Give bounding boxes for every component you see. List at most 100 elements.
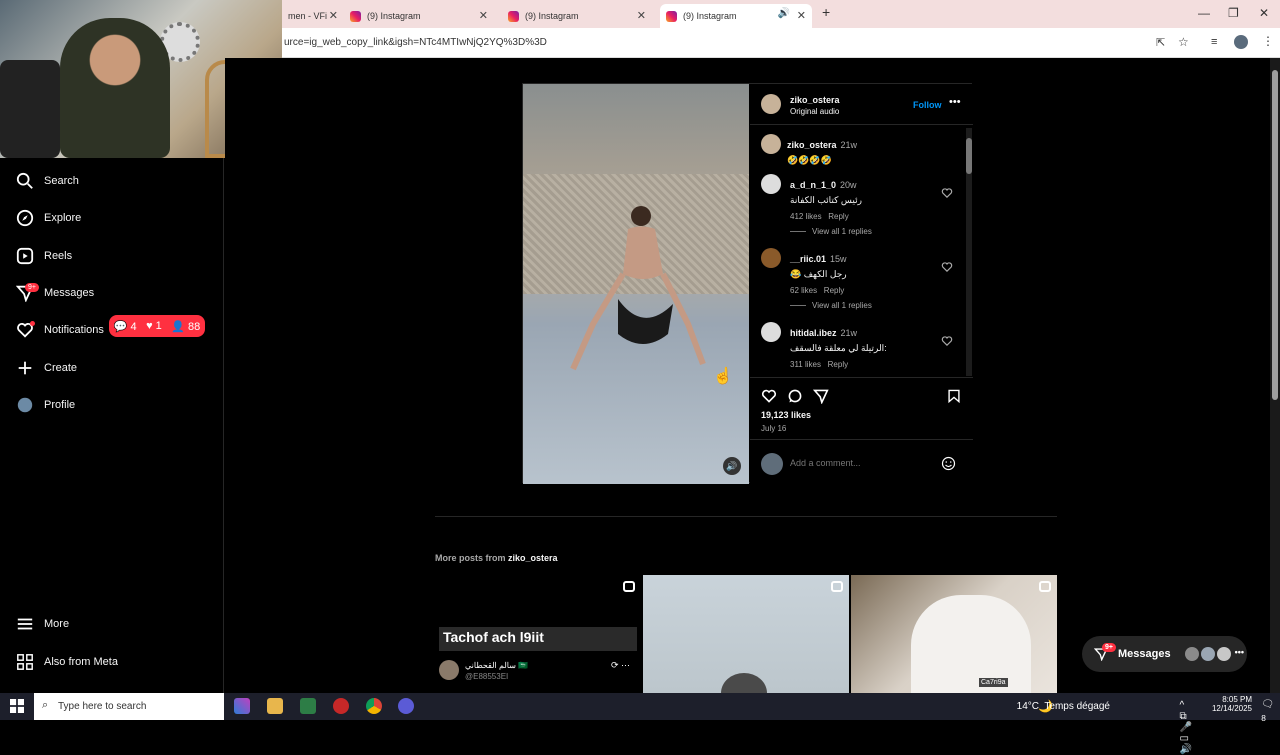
- windows-start-icon[interactable]: [10, 699, 24, 713]
- thumb-name: سالم القحطاني 🇸🇦: [465, 661, 529, 670]
- commenter-avatar[interactable]: [761, 322, 781, 342]
- sidebar-item-also-from-meta[interactable]: Also from Meta: [16, 650, 118, 674]
- close-tab-icon[interactable]: ✕: [329, 9, 338, 22]
- notifications-pill[interactable]: 💬 4 ♥ 1 👤 88: [109, 315, 205, 337]
- likes-count[interactable]: 19,123 likes: [761, 410, 811, 420]
- windows-taskbar: ⌕ Type here to search 🌙 14°C Temps dégag…: [0, 693, 1280, 755]
- hamburger-icon: [17, 618, 33, 630]
- reel-icon: [1039, 581, 1051, 592]
- bookmark-star-icon[interactable]: ☆: [1178, 35, 1189, 49]
- url-text[interactable]: urce=ig_web_copy_link&igsh=NTc4MTIwNjQ2Y…: [284, 37, 547, 48]
- reel-icon: [831, 581, 843, 592]
- more-post-thumb[interactable]: [643, 575, 849, 693]
- author-username[interactable]: ziko_ostera: [790, 95, 840, 105]
- more-posts-user[interactable]: ziko_ostera: [508, 553, 558, 563]
- chrome-icon[interactable]: [366, 698, 382, 714]
- view-replies-link[interactable]: View all 1 replies: [790, 227, 872, 236]
- like-comment-icon[interactable]: [941, 335, 953, 347]
- view-replies-link[interactable]: View all 1 replies: [790, 301, 872, 310]
- speaker-icon[interactable]: 🔊: [778, 8, 790, 19]
- instagram-favicon-icon: [350, 10, 361, 22]
- browser-tab-active[interactable]: (9) Instagram 🔊 ✕: [660, 4, 812, 28]
- browser-tab[interactable]: (9) Instagram ✕: [502, 4, 652, 28]
- audio-label[interactable]: Original audio: [790, 107, 840, 116]
- comments-scrollbar[interactable]: [966, 128, 972, 376]
- actions-divider: [750, 377, 973, 378]
- commenter-avatar[interactable]: [761, 248, 781, 268]
- minimize-icon[interactable]: —: [1198, 6, 1210, 20]
- close-tab-icon[interactable]: ✕: [637, 9, 646, 22]
- messages-badge: 9+: [25, 283, 39, 292]
- volume-icon[interactable]: 🔊: [723, 457, 741, 475]
- close-tab-icon[interactable]: ✕: [479, 9, 488, 22]
- comment: hitidal.ibez 21w الرتيلة لي معلقة فالسقف:…: [790, 328, 887, 369]
- tray-icons[interactable]: ^ ⧉ 🎤 ▭ 🔊: [1180, 700, 1198, 755]
- install-icon[interactable]: ⇱: [1156, 36, 1165, 49]
- floating-messages-button[interactable]: 9+ Messages •••: [1082, 636, 1247, 672]
- obs-icon[interactable]: [398, 698, 414, 714]
- comment-divider: [750, 439, 973, 440]
- commenter-avatar[interactable]: [761, 174, 781, 194]
- sidebar-item-create[interactable]: Create: [16, 356, 77, 380]
- like-comment-icon[interactable]: [941, 261, 953, 273]
- more-options-icon[interactable]: •••: [949, 96, 961, 108]
- avatar: [1216, 647, 1231, 661]
- reel-icon: [623, 581, 635, 592]
- like-icon[interactable]: [761, 388, 777, 404]
- clock[interactable]: 8:05 PM 12/14/2025: [1212, 695, 1252, 713]
- follow-count: 👤 88: [171, 320, 201, 333]
- reel-video[interactable]: 🔊: [523, 84, 749, 484]
- like-count: ♥ 1: [146, 320, 162, 332]
- share-icon[interactable]: [813, 388, 829, 404]
- sidebar-item-profile[interactable]: Profile: [16, 393, 75, 417]
- post-date: July 16: [761, 424, 787, 433]
- reels-icon: [16, 247, 34, 265]
- address-bar[interactable]: urce=ig_web_copy_link&igsh=NTc4MTIwNjQ2Y…: [282, 28, 1280, 58]
- close-tab-icon[interactable]: ✕: [797, 9, 806, 22]
- avatar: [1200, 647, 1215, 661]
- browser-tab-bar: men - VFi ✕ (9) Instagram ✕ (9) Instagra…: [282, 0, 1280, 28]
- emoji-icon[interactable]: [941, 456, 956, 471]
- close-window-icon[interactable]: ✕: [1259, 6, 1269, 20]
- more-post-thumb[interactable]: Tachof ach l9iit سالم القحطاني 🇸🇦 @E8855…: [435, 575, 641, 693]
- commenter-avatar[interactable]: [761, 134, 781, 154]
- taskbar-search[interactable]: ⌕ Type here to search: [34, 693, 224, 720]
- browser-tab[interactable]: (9) Instagram ✕: [344, 4, 494, 28]
- store-icon[interactable]: [300, 698, 316, 714]
- post-header: ziko_ostera Original audio: [790, 95, 840, 116]
- follow-button[interactable]: Follow: [913, 100, 942, 110]
- streamer-figure: [60, 18, 170, 158]
- video-figure: [570, 206, 706, 371]
- post-modal: 🔊 ziko_ostera Original audio Follow ••• …: [522, 83, 973, 484]
- new-tab-button[interactable]: +: [822, 4, 830, 20]
- restore-icon[interactable]: ❐: [1228, 6, 1239, 20]
- menu-kebab-icon[interactable]: ⋮: [1262, 34, 1274, 48]
- author-avatar[interactable]: [761, 94, 781, 114]
- more-post-thumb[interactable]: Ca7ri9a: [851, 575, 1057, 693]
- page-scroll-thumb[interactable]: [1272, 70, 1278, 400]
- comment: a_d_n_1_0 20w رئيس كتائب الكفانة 412 like…: [790, 180, 862, 221]
- sidebar-item-more[interactable]: More: [16, 612, 69, 636]
- message-avatars: •••: [1184, 647, 1244, 661]
- copilot-icon[interactable]: [234, 698, 250, 714]
- sidebar-item-search[interactable]: Search: [16, 169, 79, 193]
- comment-icon[interactable]: [787, 388, 803, 404]
- weather-text[interactable]: 14°C Temps dégagé: [1017, 701, 1110, 712]
- own-avatar: [761, 453, 783, 475]
- like-comment-icon[interactable]: [941, 187, 953, 199]
- sidebar-item-reels[interactable]: Reels: [16, 244, 72, 268]
- app-icon[interactable]: [333, 698, 349, 714]
- page-scrollbar[interactable]: [1270, 58, 1280, 693]
- profile-avatar[interactable]: [1234, 35, 1248, 49]
- comments-scroll-thumb[interactable]: [966, 138, 972, 174]
- add-comment-input[interactable]: [790, 455, 930, 471]
- grid-icon: [17, 654, 33, 670]
- media-controls-icon[interactable]: ≡: [1211, 36, 1217, 48]
- comment-icon: 💬: [113, 320, 128, 333]
- compass-icon: [16, 209, 34, 227]
- file-explorer-icon[interactable]: [267, 698, 283, 714]
- save-bookmark-icon[interactable]: [947, 388, 961, 404]
- sidebar-item-explore[interactable]: Explore: [16, 206, 81, 230]
- notification-center-icon[interactable]: 🗨8: [1261, 699, 1274, 723]
- browser-tab[interactable]: men - VFi ✕: [282, 4, 344, 28]
